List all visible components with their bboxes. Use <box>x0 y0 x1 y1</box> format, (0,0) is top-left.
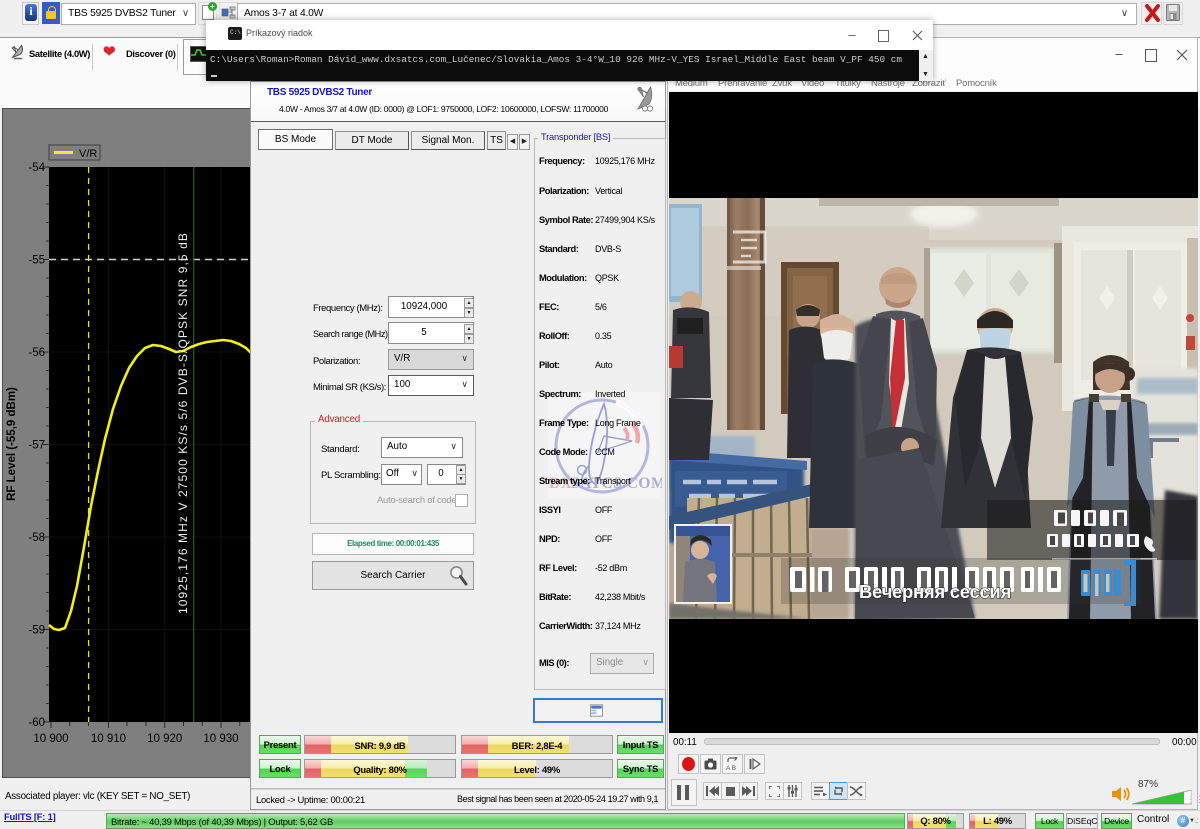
svg-text:V/R: V/R <box>79 148 97 160</box>
svg-text:-57: -57 <box>28 440 45 452</box>
svg-text:-56: -56 <box>28 347 45 359</box>
svg-text:10 930: 10 930 <box>203 733 238 745</box>
svg-text:10 900: 10 900 <box>33 733 68 745</box>
svg-text:RF Level (-55,9 dBm): RF Level (-55,9 dBm) <box>6 387 18 501</box>
svg-text:10925,176 MHz V 27500 KS/s 5/6: 10925,176 MHz V 27500 KS/s 5/6 DVB-S/QPS… <box>176 232 190 614</box>
svg-text:-54: -54 <box>28 162 45 174</box>
svg-text:-59: -59 <box>28 625 45 637</box>
svg-text:-60: -60 <box>28 717 45 729</box>
svg-text:-55: -55 <box>28 255 45 267</box>
svg-text:10 920: 10 920 <box>147 733 182 745</box>
svg-text:-58: -58 <box>28 532 45 544</box>
svg-text:10 910: 10 910 <box>91 733 126 745</box>
svg-text:A B: A B <box>726 765 736 771</box>
